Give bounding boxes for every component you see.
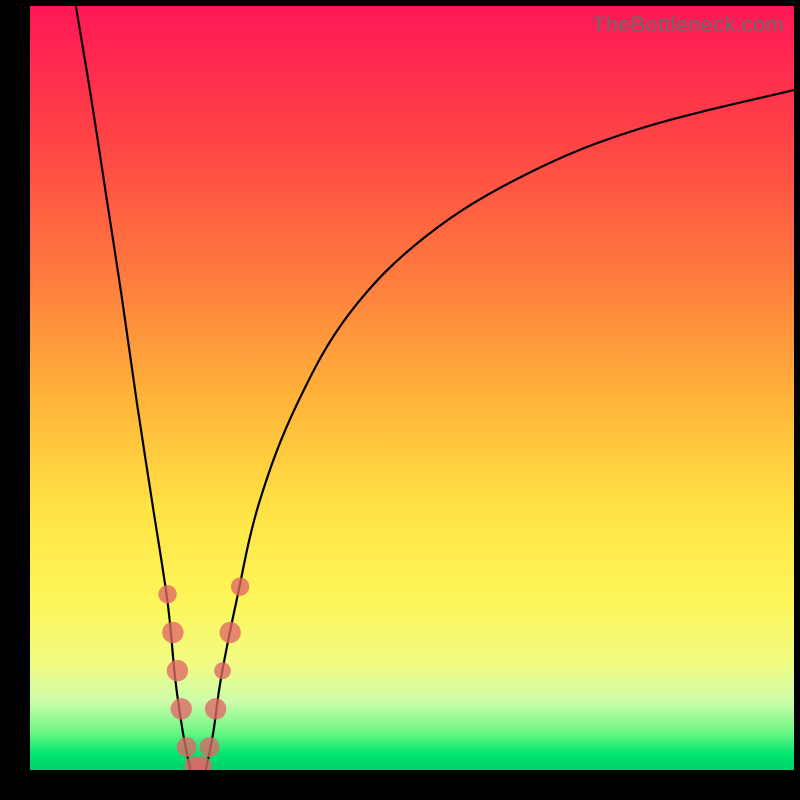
marker-dot bbox=[219, 622, 240, 643]
chart-frame: TheBottleneck.com bbox=[30, 6, 794, 770]
marker-dot bbox=[200, 737, 220, 757]
marker-dot bbox=[214, 662, 231, 679]
marker-dot bbox=[177, 737, 197, 757]
marker-dot bbox=[167, 660, 188, 681]
bottleneck-curve bbox=[30, 6, 794, 770]
marker-dot bbox=[205, 698, 226, 719]
marker-dot bbox=[231, 577, 249, 595]
marker-dot bbox=[171, 698, 192, 719]
curve-left bbox=[76, 6, 191, 770]
marker-dot bbox=[162, 622, 183, 643]
curve-right bbox=[206, 90, 794, 770]
marker-dot bbox=[158, 585, 176, 603]
